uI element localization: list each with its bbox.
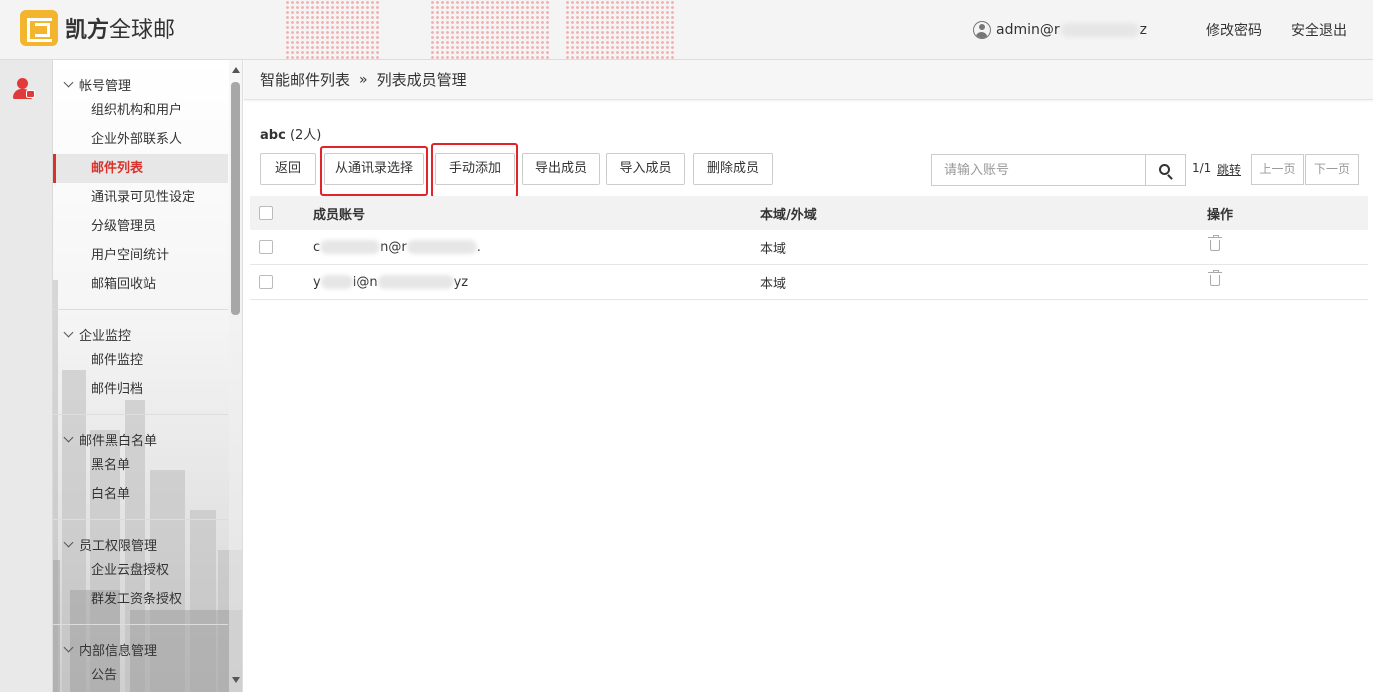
chevron-down-icon <box>63 642 74 652</box>
member-domain: 本域 <box>760 276 787 292</box>
top-header: 凯方全球邮 admin@r z 修改密码 安全退出 <box>0 0 1373 60</box>
sidebar-item-contacts-visibility[interactable]: 通讯录可见性设定 <box>53 183 228 212</box>
nav-group-blackwhite: 邮件黑白名单 黑名单 白名单 <box>53 415 228 520</box>
sidebar-item-announcement[interactable]: 公告 <box>53 661 228 690</box>
member-account: y i@n yz <box>313 274 469 290</box>
table-header: 成员账号 本域/外域 操作 <box>250 196 1368 230</box>
scroll-up-arrow-icon[interactable] <box>232 67 240 73</box>
breadcrumb-parent[interactable]: 智能邮件列表 <box>260 69 350 90</box>
logo-icon <box>20 10 58 46</box>
sidebar-item-mail-list[interactable]: 邮件列表 <box>53 154 228 183</box>
sidebar-item-mail-monitor[interactable]: 邮件监控 <box>53 346 228 375</box>
sidebar-item-sub-admin[interactable]: 分级管理员 <box>53 212 228 241</box>
delete-member-action[interactable] <box>1207 269 1222 290</box>
nav-group-title-blackwhite[interactable]: 邮件黑白名单 <box>53 427 228 451</box>
sidebar-scrollbar[interactable] <box>229 60 242 692</box>
sidebar: 帐号管理 组织机构和用户 企业外部联系人 邮件列表 通讯录可见性设定 分级管理员… <box>53 60 243 692</box>
column-header-action: 操作 <box>1207 207 1234 223</box>
page-info: 1/1 <box>1192 161 1212 175</box>
search-button[interactable] <box>1145 155 1185 185</box>
chevron-down-icon <box>63 327 74 337</box>
nav-group-permissions: 员工权限管理 企业云盘授权 群发工资条授权 <box>53 520 228 625</box>
sidebar-item-external-contacts[interactable]: 企业外部联系人 <box>53 125 228 154</box>
next-page-button[interactable]: 下一页 <box>1305 154 1359 185</box>
logout-link[interactable]: 安全退出 <box>1291 20 1347 40</box>
row-checkbox[interactable] <box>259 240 273 254</box>
sidebar-item-whitelist[interactable]: 白名单 <box>53 480 228 509</box>
nav-group-title-monitor[interactable]: 企业监控 <box>53 322 228 346</box>
table-row: c n@r. 本域 <box>250 230 1368 265</box>
user-avatar-icon <box>973 21 992 39</box>
delete-member-action[interactable] <box>1207 234 1222 255</box>
search-box <box>931 154 1186 186</box>
scroll-thumb[interactable] <box>231 82 240 315</box>
delete-members-button[interactable]: 删除成员 <box>693 153 773 185</box>
current-user: admin@r z <box>996 22 1147 38</box>
member-domain: 本域 <box>760 241 787 257</box>
chevron-down-icon <box>63 537 74 547</box>
chevron-down-icon <box>63 77 74 87</box>
sidebar-item-payslip-auth[interactable]: 群发工资条授权 <box>53 585 228 614</box>
trash-icon[interactable] <box>1208 234 1222 251</box>
scroll-down-arrow-icon[interactable] <box>232 677 240 683</box>
module-icon-strip <box>0 60 53 692</box>
row-checkbox[interactable] <box>259 275 273 289</box>
user-admin-icon[interactable] <box>13 78 35 100</box>
member-account: c n@r. <box>313 239 481 255</box>
breadcrumb-separator: » <box>359 71 368 88</box>
export-members-button[interactable]: 导出成员 <box>522 153 600 185</box>
nav-group-internal-info: 内部信息管理 公告 <box>53 625 228 692</box>
column-header-domain: 本域/外域 <box>760 207 817 223</box>
prev-page-button[interactable]: 上一页 <box>1251 154 1304 185</box>
sidebar-item-space-stats[interactable]: 用户空间统计 <box>53 241 228 270</box>
nav-group-title-internal-info[interactable]: 内部信息管理 <box>53 637 228 661</box>
select-all-checkbox[interactable] <box>259 206 273 220</box>
sidebar-item-mail-archive[interactable]: 邮件归档 <box>53 375 228 404</box>
search-input[interactable] <box>932 155 1145 185</box>
nav-group-account: 帐号管理 组织机构和用户 企业外部联系人 邮件列表 通讯录可见性设定 分级管理员… <box>53 60 228 310</box>
nav-group-title-account[interactable]: 帐号管理 <box>53 72 228 96</box>
table-row: y i@n yz 本域 <box>250 265 1368 300</box>
list-title: abc (2人) <box>260 128 322 143</box>
breadcrumb: 智能邮件列表 » 列表成员管理 <box>244 60 1373 100</box>
main-content: 智能邮件列表 » 列表成员管理 abc (2人) 返回 从通讯录选择 手动添加 … <box>244 60 1373 692</box>
select-from-contacts-button[interactable]: 从通讯录选择 <box>324 153 424 185</box>
chevron-down-icon <box>63 432 74 442</box>
change-password-link[interactable]: 修改密码 <box>1206 20 1262 40</box>
breadcrumb-current: 列表成员管理 <box>376 71 467 89</box>
user-area: admin@r z 修改密码 安全退出 <box>973 20 1347 40</box>
import-members-button[interactable]: 导入成员 <box>606 153 685 185</box>
sidebar-item-blacklist[interactable]: 黑名单 <box>53 451 228 480</box>
sidebar-item-org-users[interactable]: 组织机构和用户 <box>53 96 228 125</box>
nav-group-title-permissions[interactable]: 员工权限管理 <box>53 532 228 556</box>
search-icon <box>1159 163 1170 175</box>
sidebar-item-recycle-bin[interactable]: 邮箱回收站 <box>53 270 228 299</box>
app-logo[interactable]: 凯方全球邮 <box>20 10 175 46</box>
manual-add-button[interactable]: 手动添加 <box>435 153 515 185</box>
members-table: 成员账号 本域/外域 操作 c n@r. 本域 y i@n yz 本域 <box>250 196 1368 300</box>
column-header-account: 成员账号 <box>313 207 366 223</box>
sidebar-item-cloud-disk-auth[interactable]: 企业云盘授权 <box>53 556 228 585</box>
page-jump-link[interactable]: 跳转 <box>1217 161 1241 178</box>
back-button[interactable]: 返回 <box>260 153 316 185</box>
trash-icon[interactable] <box>1208 269 1222 286</box>
nav-group-monitor: 企业监控 邮件监控 邮件归档 <box>53 310 228 415</box>
